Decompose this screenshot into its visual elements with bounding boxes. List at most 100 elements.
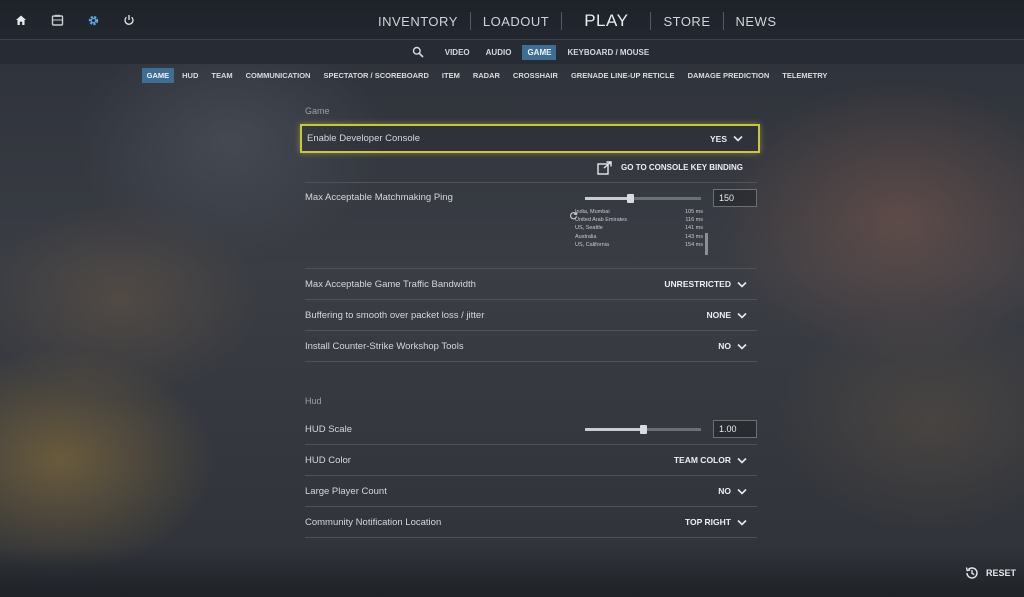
- setting-label: Install Counter-Strike Workshop Tools: [305, 340, 464, 352]
- category-spectator[interactable]: SPECTATOR / SCOREBOARD: [318, 68, 433, 83]
- reset-button[interactable]: RESET: [964, 565, 1016, 581]
- setting-label: Buffering to smooth over packet loss / j…: [305, 309, 485, 321]
- tab-audio[interactable]: AUDIO: [481, 45, 517, 60]
- ping-slider-group: 150: [585, 189, 757, 207]
- chevron-down-icon: [737, 488, 747, 495]
- category-telemetry[interactable]: TELEMETRY: [777, 68, 832, 83]
- tab-game[interactable]: GAME: [522, 44, 557, 60]
- top-icons: [10, 11, 140, 29]
- settings-tabs: VIDEO AUDIO GAME KEYBOARD / MOUSE: [0, 40, 1024, 64]
- chevron-down-icon: [737, 519, 747, 526]
- section-title-hud: Hud: [305, 396, 322, 406]
- top-bar: INVENTORY LOADOUT PLAY STORE NEWS: [0, 0, 1024, 40]
- dropdown-value: NONE: [706, 310, 731, 320]
- bandwidth-setting[interactable]: Max Acceptable Game Traffic Bandwidth UN…: [305, 269, 757, 300]
- dropdown-value: UNRESTRICTED: [664, 279, 731, 289]
- category-grenade[interactable]: GRENADE LINE-UP RETICLE: [566, 68, 680, 83]
- category-team[interactable]: TEAM: [206, 68, 237, 83]
- main-nav: INVENTORY LOADOUT PLAY STORE NEWS: [366, 8, 789, 34]
- chevron-down-icon: [733, 135, 743, 142]
- server-ping: 143 ms: [684, 233, 703, 240]
- setting-label: Enable Developer Console: [307, 133, 421, 144]
- tab-keyboard-mouse[interactable]: KEYBOARD / MOUSE: [562, 45, 654, 60]
- nav-loadout[interactable]: LOADOUT: [471, 14, 561, 29]
- notification-location-dropdown[interactable]: TOP RIGHT: [685, 517, 747, 527]
- setting-label: Max Acceptable Matchmaking Ping: [305, 192, 453, 203]
- server-row: Australia 143 ms: [575, 234, 723, 242]
- home-icon[interactable]: [10, 11, 32, 29]
- setting-label: Large Player Count: [305, 485, 387, 497]
- server-name: US, Seattle: [575, 225, 603, 232]
- dropdown-value: NO: [718, 486, 731, 496]
- server-ping-list: India, Mumbai 105 ms United Arab Emirates 1…: [575, 209, 723, 250]
- inventory-box-icon[interactable]: [46, 11, 68, 29]
- settings-panel: Game Enable Developer Console YES GO TO …: [300, 100, 762, 538]
- section-title-game: Game: [305, 106, 330, 116]
- setting-label: HUD Color: [305, 454, 351, 466]
- history-reset-icon: [965, 567, 978, 579]
- setting-label: HUD Scale: [305, 423, 352, 435]
- slider-fill: [585, 427, 643, 431]
- developer-console-setting[interactable]: Enable Developer Console YES: [300, 124, 760, 153]
- large-player-count-dropdown[interactable]: NO: [718, 486, 747, 496]
- notification-location-setting[interactable]: Community Notification Location TOP RIGH…: [305, 507, 757, 538]
- workshop-tools-setting[interactable]: Install Counter-Strike Workshop Tools NO: [305, 331, 757, 362]
- chevron-down-icon: [737, 343, 747, 350]
- gear-icon[interactable]: [82, 11, 104, 29]
- external-link-icon: [597, 160, 612, 175]
- ping-slider[interactable]: [585, 193, 701, 203]
- category-hud[interactable]: HUD: [177, 68, 203, 83]
- chevron-down-icon: [737, 281, 747, 288]
- hud-color-dropdown[interactable]: TEAM COLOR: [674, 455, 747, 465]
- category-damage[interactable]: DAMAGE PREDICTION: [683, 68, 775, 83]
- category-game[interactable]: GAME: [141, 67, 175, 83]
- server-name: United Arab Emirates: [575, 217, 627, 224]
- category-item[interactable]: ITEM: [437, 68, 465, 83]
- console-link-label: GO TO CONSOLE KEY BINDING: [621, 163, 743, 172]
- nav-inventory[interactable]: INVENTORY: [366, 14, 470, 29]
- category-communication[interactable]: COMMUNICATION: [241, 68, 316, 83]
- bandwidth-dropdown[interactable]: UNRESTRICTED: [664, 279, 747, 289]
- server-row: India, Mumbai 105 ms: [575, 209, 723, 217]
- hud-scale-slider-group: 1.00: [585, 420, 757, 438]
- setting-label: Community Notification Location: [305, 516, 442, 528]
- hud-scale-input[interactable]: 1.00: [713, 420, 757, 438]
- server-row: US, California 154 ms: [575, 242, 723, 250]
- hud-scale-setting: HUD Scale 1.00: [305, 414, 757, 445]
- category-radar[interactable]: RADAR: [468, 68, 505, 83]
- tab-video[interactable]: VIDEO: [440, 45, 475, 60]
- console-key-binding-link[interactable]: GO TO CONSOLE KEY BINDING: [305, 153, 757, 183]
- developer-console-dropdown[interactable]: YES: [710, 134, 743, 144]
- settings-tab-group: VIDEO AUDIO GAME KEYBOARD / MOUSE: [412, 44, 654, 60]
- server-name: Australia: [575, 233, 597, 240]
- nav-news[interactable]: NEWS: [724, 14, 789, 29]
- dropdown-value: TEAM COLOR: [673, 455, 731, 465]
- workshop-dropdown[interactable]: NO: [718, 341, 747, 351]
- buffering-dropdown[interactable]: NONE: [706, 310, 747, 320]
- large-player-count-setting[interactable]: Large Player Count NO: [305, 476, 757, 507]
- buffering-setting[interactable]: Buffering to smooth over packet loss / j…: [305, 300, 757, 331]
- power-icon[interactable]: [118, 11, 140, 29]
- search-icon[interactable]: [412, 45, 426, 59]
- slider-handle[interactable]: [640, 424, 647, 434]
- server-row: United Arab Emirates 116 ms: [575, 217, 723, 225]
- hud-color-setting[interactable]: HUD Color TEAM COLOR: [305, 445, 757, 476]
- dropdown-value: NO: [718, 341, 731, 351]
- dropdown-value: TOP RIGHT: [685, 517, 731, 527]
- chevron-down-icon: [737, 312, 747, 319]
- server-ping: 116 ms: [685, 217, 703, 224]
- nav-store[interactable]: STORE: [651, 14, 722, 29]
- setting-label: Max Acceptable Game Traffic Bandwidth: [305, 278, 476, 290]
- ping-value-input[interactable]: 150: [713, 189, 757, 207]
- slider-handle[interactable]: [627, 193, 635, 203]
- nav-play[interactable]: PLAY: [562, 11, 650, 31]
- server-ping: 141 ms: [684, 225, 703, 232]
- category-crosshair[interactable]: CROSSHAIR: [508, 68, 563, 83]
- hud-scale-slider[interactable]: [585, 424, 701, 434]
- server-list-scrollbar[interactable]: [705, 233, 708, 255]
- category-tab-row: GAME HUD TEAM COMMUNICATION SPECTATOR / …: [140, 67, 834, 83]
- server-ping: 154 ms: [684, 241, 703, 248]
- server-name: US, California: [575, 241, 609, 248]
- server-row: US, Seattle 141 ms: [575, 225, 723, 233]
